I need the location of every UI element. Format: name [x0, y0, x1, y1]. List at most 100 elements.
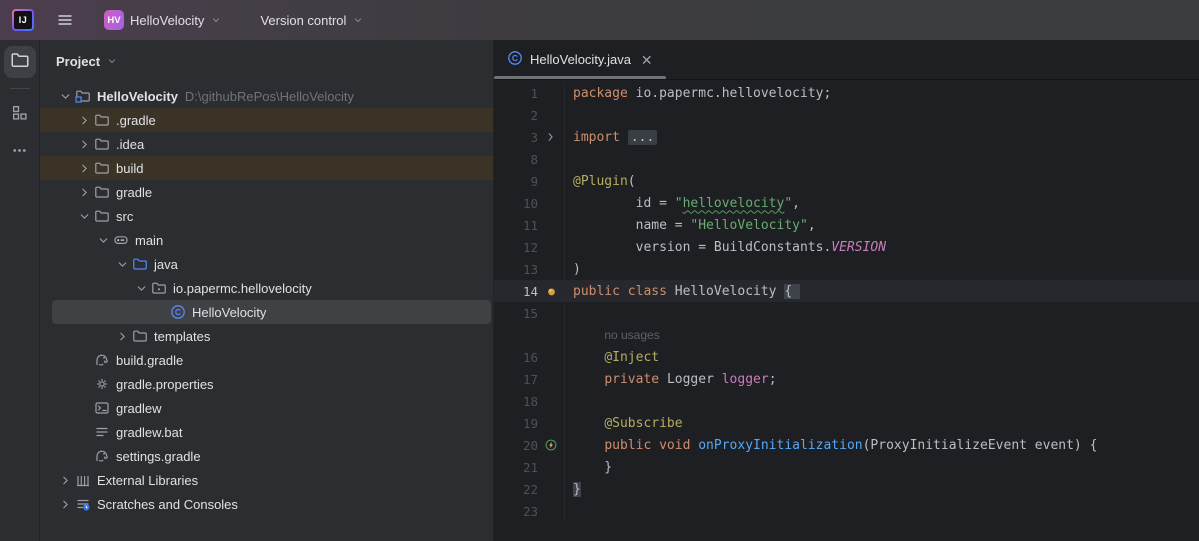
code-editor[interactable]: 1package io.papermc.hellovelocity;23impo… [494, 80, 1199, 541]
token: package [573, 86, 636, 101]
chevron-down-icon[interactable] [56, 90, 74, 103]
code-line-2[interactable]: 2 [494, 104, 1199, 126]
code-line-19[interactable]: 19 @Subscribe [494, 412, 1199, 434]
line-number: 14 [494, 284, 538, 299]
chevron-right-icon[interactable] [75, 186, 93, 199]
line-number: 3 [494, 130, 538, 145]
code-line-1[interactable]: 1 package io.papermc.hellovelocity; [494, 82, 1199, 104]
chevron-down-icon[interactable] [132, 282, 150, 295]
line-number: 18 [494, 394, 538, 409]
line-number: 12 [494, 240, 538, 255]
code-line-10[interactable]: 10 id = "hellovelocity", [494, 192, 1199, 214]
tree-row-scratches-and-consoles[interactable]: Scratches and Consoles [40, 492, 493, 516]
token: io.papermc.hellovelocity; [636, 86, 832, 101]
chevron-right-icon[interactable] [56, 498, 74, 511]
chevron-right-icon[interactable] [113, 330, 131, 343]
folder-blue-icon [131, 256, 149, 272]
listener-marker-icon[interactable] [538, 438, 564, 452]
token: hellovelocity [683, 196, 785, 211]
chevron-right-icon[interactable] [56, 474, 74, 487]
code-line-text: } [564, 478, 581, 500]
code-line-14[interactable]: 14public class HelloVelocity { [494, 280, 1199, 302]
token: } [573, 482, 581, 497]
package-icon [150, 280, 168, 296]
intellij-logo-icon[interactable]: IJ [12, 9, 34, 31]
code-line-9[interactable]: 9@Plugin( [494, 170, 1199, 192]
tree-row--gradle[interactable]: .gradle [40, 108, 493, 132]
line-number: 15 [494, 306, 538, 321]
tree-row-src[interactable]: src [40, 204, 493, 228]
code-line-18[interactable]: 18 [494, 390, 1199, 412]
tree-row-external-libraries[interactable]: External Libraries [40, 468, 493, 492]
token: public void [604, 438, 698, 453]
chevron-right-icon[interactable] [75, 114, 93, 127]
tree-row-build[interactable]: build [40, 156, 493, 180]
tree-row-io-papermc-hellovelocity[interactable]: io.papermc.hellovelocity [40, 276, 493, 300]
fold-arrow-icon[interactable] [538, 131, 564, 143]
token: ; [769, 372, 777, 387]
tree-item-label: build.gradle [116, 353, 183, 368]
code-line-17[interactable]: 17 private Logger logger; [494, 368, 1199, 390]
code-line-16[interactable]: 16 @Inject [494, 346, 1199, 368]
token: Logger [667, 372, 722, 387]
code-line-3[interactable]: 3import ... [494, 126, 1199, 148]
tree-row-gradlew[interactable]: gradlew [40, 396, 493, 420]
inlay-hint-row[interactable]: no usages [494, 324, 1199, 346]
project-tool-window: Project HelloVelocityD:\githubRePos\Hell… [40, 40, 494, 541]
tool-window-stripe [0, 40, 40, 541]
tree-row-templates[interactable]: templates [40, 324, 493, 348]
project-widget-label: HelloVelocity [130, 13, 204, 28]
token [573, 350, 604, 365]
gradle-icon [93, 448, 111, 464]
token: no usages [604, 328, 659, 342]
module-icon [112, 232, 130, 248]
code-line-text: package io.papermc.hellovelocity; [564, 82, 831, 104]
tree-row-hellovelocity[interactable]: CHelloVelocity [52, 300, 491, 324]
tree-item-label: gradlew.bat [116, 425, 183, 440]
tree-row-settings-gradle[interactable]: settings.gradle [40, 444, 493, 468]
tool-button-project[interactable] [4, 46, 36, 78]
scratches-icon [74, 496, 92, 512]
code-line-22[interactable]: 22} [494, 478, 1199, 500]
line-number: 16 [494, 350, 538, 365]
tool-button-more[interactable] [4, 137, 36, 169]
tree-item-label: External Libraries [97, 473, 198, 488]
chevron-down-icon[interactable] [94, 234, 112, 247]
tree-row-main[interactable]: main [40, 228, 493, 252]
code-line-23[interactable]: 23 [494, 500, 1199, 522]
code-line-20[interactable]: 20 public void onProxyInitialization(Pro… [494, 434, 1199, 456]
tree-item-label: java [154, 257, 178, 272]
main-menu-button[interactable] [50, 5, 80, 35]
project-panel-header[interactable]: Project [40, 40, 493, 76]
tree-row-hellovelocity[interactable]: HelloVelocityD:\githubRePos\HelloVelocit… [40, 84, 493, 108]
chevron-right-icon[interactable] [75, 162, 93, 175]
close-icon[interactable]: ✕ [638, 51, 656, 69]
code-line-11[interactable]: 11 name = "HelloVelocity", [494, 214, 1199, 236]
tree-row-gradle-properties[interactable]: gradle.properties [40, 372, 493, 396]
tree-row--idea[interactable]: .idea [40, 132, 493, 156]
chevron-down-icon[interactable] [113, 258, 131, 271]
code-line-8[interactable]: 8 [494, 148, 1199, 170]
editor-tab-title: HelloVelocity.java [530, 52, 631, 67]
code-line-13[interactable]: 13) [494, 258, 1199, 280]
line-number: 1 [494, 86, 538, 101]
tree-row-build-gradle[interactable]: build.gradle [40, 348, 493, 372]
code-line-text: version = BuildConstants.VERSION [564, 236, 886, 258]
tree-row-gradle[interactable]: gradle [40, 180, 493, 204]
chevron-down-icon[interactable] [75, 210, 93, 223]
editor-tab-hellovelocity[interactable]: C HelloVelocity.java ✕ [494, 40, 666, 79]
tree-row-java[interactable]: java [40, 252, 493, 276]
code-line-text: name = "HelloVelocity", [564, 214, 816, 236]
folder-icon [93, 112, 111, 128]
libraries-icon [74, 472, 92, 488]
tool-button-structure[interactable] [4, 99, 36, 131]
chevron-down-icon [210, 14, 222, 26]
code-line-21[interactable]: 21 } [494, 456, 1199, 478]
project-widget[interactable]: HV HelloVelocity [98, 6, 228, 34]
plugin-marker-icon[interactable] [538, 285, 564, 298]
code-line-12[interactable]: 12 version = BuildConstants.VERSION [494, 236, 1199, 258]
code-line-15[interactable]: 15 [494, 302, 1199, 324]
vcs-widget[interactable]: Version control [254, 9, 370, 32]
tree-row-gradlew-bat[interactable]: gradlew.bat [40, 420, 493, 444]
chevron-right-icon[interactable] [75, 138, 93, 151]
